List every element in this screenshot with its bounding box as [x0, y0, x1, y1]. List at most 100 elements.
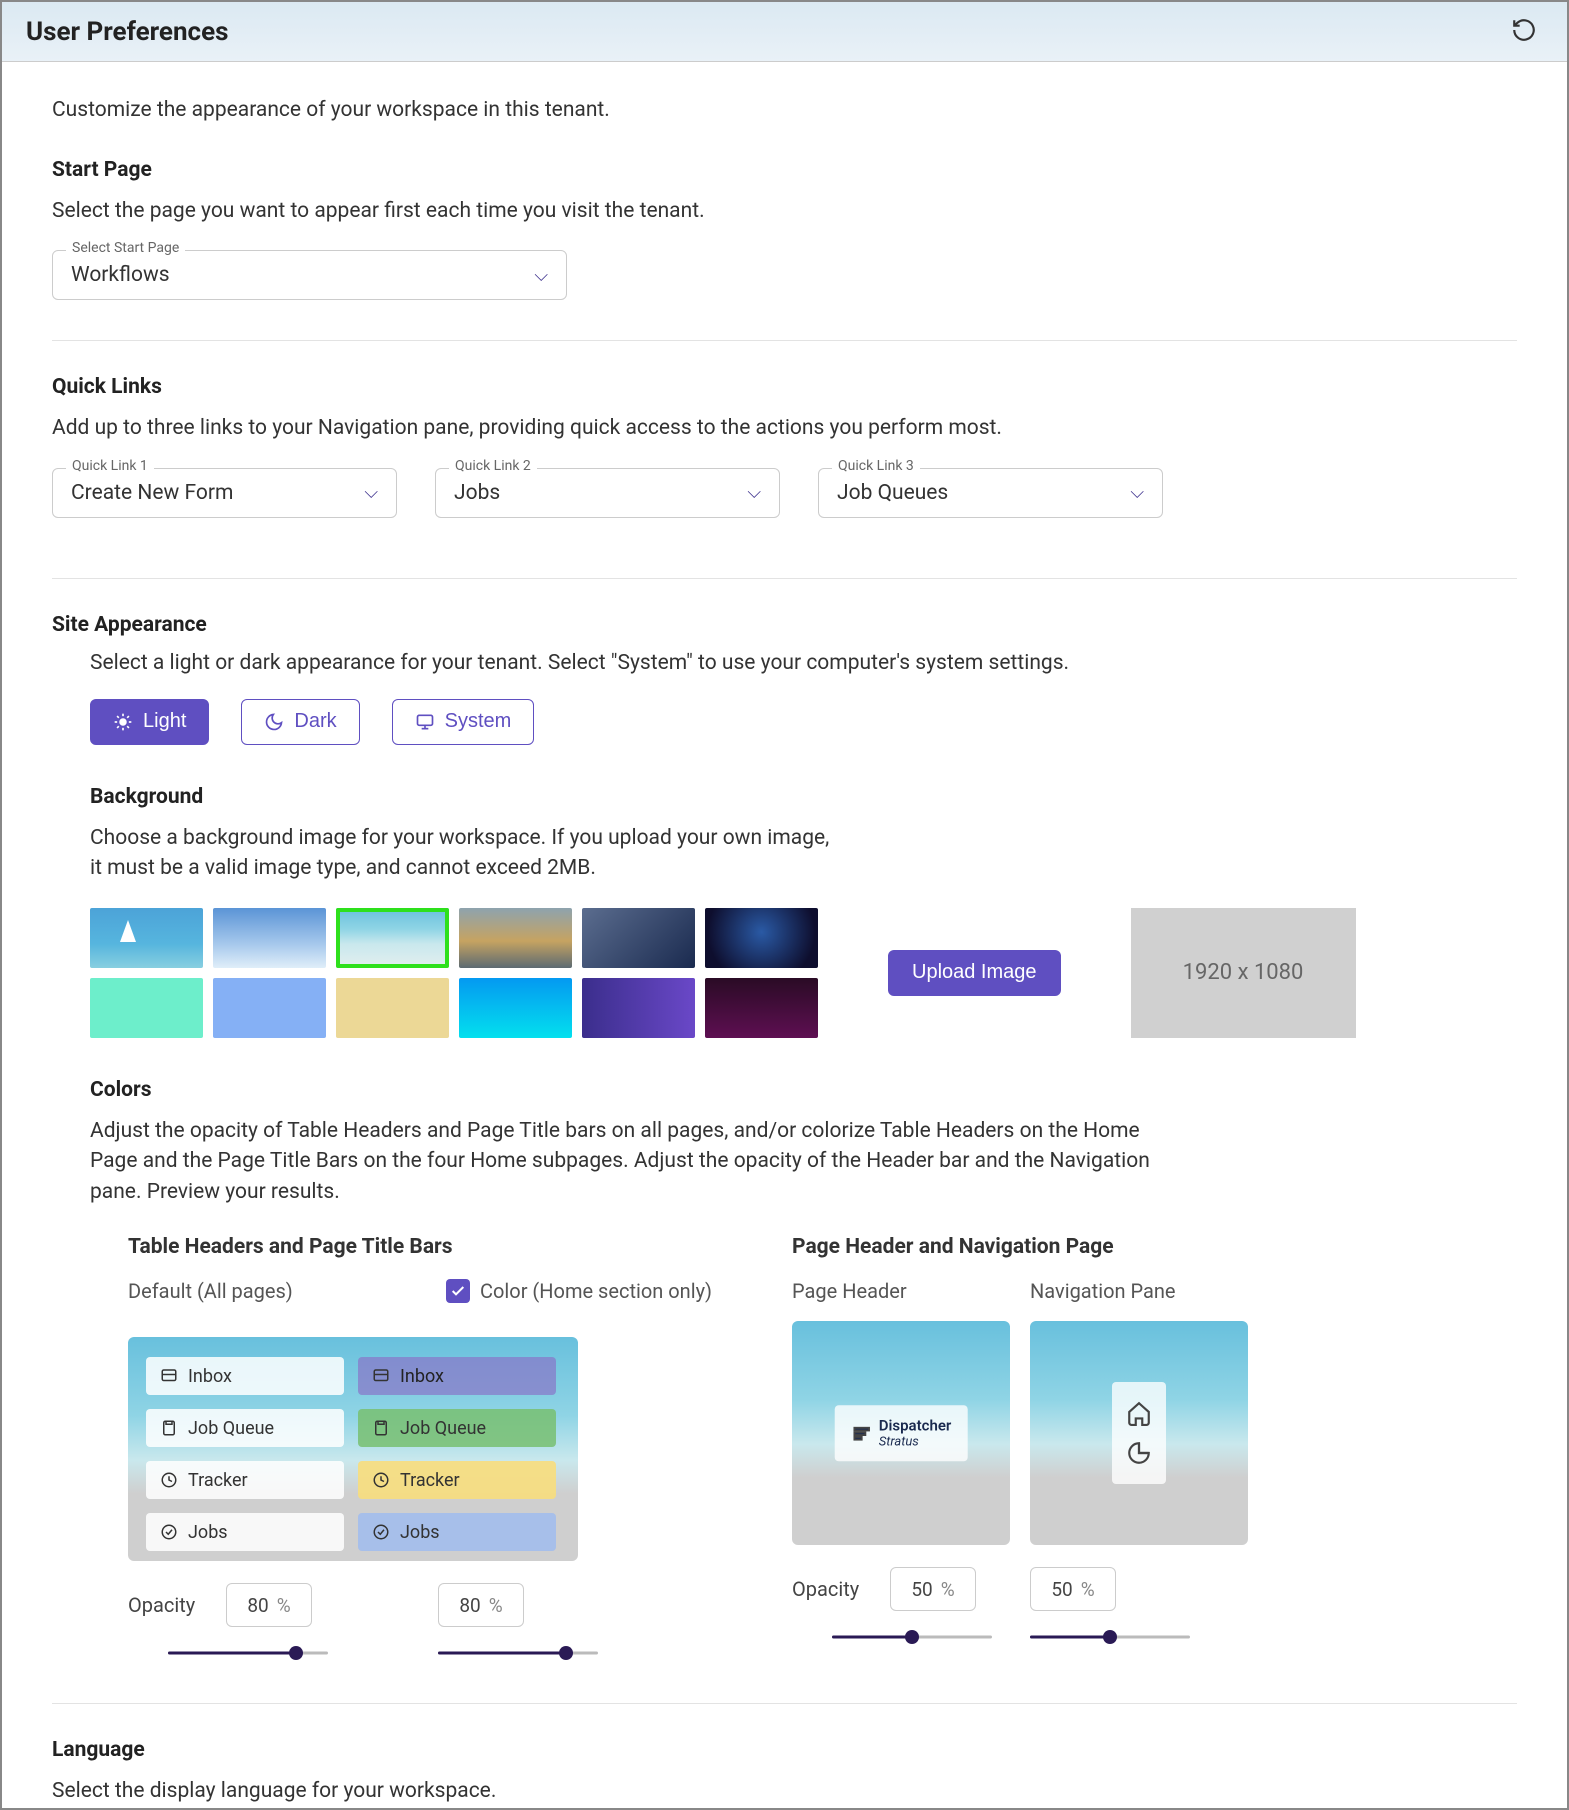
chevron-down-icon: ⌵: [534, 265, 548, 286]
language-heading: Language: [52, 1738, 1517, 1762]
colors-heading: Colors: [90, 1078, 1517, 1102]
reset-button[interactable]: [1505, 11, 1543, 52]
theme-dark-button[interactable]: Dark: [241, 699, 359, 745]
theme-system-label: System: [445, 710, 512, 733]
header-bar: User Preferences: [2, 2, 1567, 62]
group1-opacity1-slider[interactable]: [168, 1643, 328, 1663]
color-checkbox[interactable]: [446, 1279, 470, 1303]
background-tile-3[interactable]: [459, 908, 572, 968]
divider: [52, 1703, 1517, 1704]
preview-jobqueue-color: Job Queue: [358, 1409, 556, 1447]
group2-nav-preview: [1030, 1321, 1248, 1545]
quick-link-1-label: Quick Link 1: [66, 458, 154, 474]
colors-row: Table Headers and Page Title Bars Defaul…: [128, 1235, 1517, 1663]
background-row: Upload Image 1920 x 1080: [90, 908, 1517, 1038]
quick-link-3-label: Quick Link 3: [832, 458, 920, 474]
background-tile-8[interactable]: [336, 978, 449, 1038]
divider: [52, 578, 1517, 579]
reset-icon: [1511, 17, 1537, 43]
background-tile-1[interactable]: [213, 908, 326, 968]
moon-icon: [264, 712, 284, 732]
background-tile-2[interactable]: [336, 908, 449, 968]
group2-header-preview: Dispatcher Stratus: [792, 1321, 1010, 1545]
appearance-body: Select a light or dark appearance for yo…: [90, 651, 1517, 1663]
quick-link-2-select[interactable]: Jobs ⌵: [435, 468, 780, 518]
logo-icon: [851, 1422, 873, 1444]
quick-link-2-value: Jobs: [454, 481, 500, 505]
background-tile-7[interactable]: [213, 978, 326, 1038]
chevron-down-icon: ⌵: [364, 482, 378, 503]
group2-opacity2-slider[interactable]: [1030, 1627, 1190, 1647]
preview-inbox-color: Inbox: [358, 1357, 556, 1395]
theme-system-button[interactable]: System: [392, 699, 535, 745]
pie-icon: [1126, 1440, 1152, 1466]
theme-light-label: Light: [143, 710, 186, 733]
theme-light-button[interactable]: Light: [90, 699, 209, 745]
upload-image-label: Upload Image: [912, 961, 1037, 983]
group2-opacity1-input[interactable]: 50%: [890, 1567, 976, 1611]
group2-opacity1-slider[interactable]: [832, 1627, 992, 1647]
preview-jobs-color: Jobs: [358, 1513, 556, 1551]
monitor-icon: [415, 712, 435, 732]
quick-link-3-select[interactable]: Job Queues ⌵: [818, 468, 1163, 518]
quick-link-2-label: Quick Link 2: [449, 458, 537, 474]
quick-links-heading: Quick Links: [52, 375, 1517, 399]
start-page-select[interactable]: Workflows ⌵: [52, 250, 567, 300]
upload-preview-text: 1920 x 1080: [1183, 960, 1304, 985]
group1-color-wrap[interactable]: Color (Home section only): [446, 1277, 712, 1305]
quick-link-3-value: Job Queues: [837, 481, 948, 505]
colors-group-2: Page Header and Navigation Page Page Hea…: [792, 1235, 1248, 1663]
group2-opacity-label: Opacity: [792, 1577, 872, 1601]
group1-default-lbl2: Default (All pages): [128, 1277, 346, 1305]
background-tile-0[interactable]: [90, 908, 203, 968]
upload-preview: 1920 x 1080: [1131, 908, 1356, 1038]
background-tile-10[interactable]: [582, 978, 695, 1038]
appearance-desc: Select a light or dark appearance for yo…: [90, 651, 1517, 675]
start-page-select-value: Workflows: [71, 263, 170, 287]
start-page-select-wrap: Select Start Page Workflows ⌵: [52, 250, 567, 300]
quick-links-row: Quick Link 1 Create New Form ⌵ Quick Lin…: [52, 468, 1517, 548]
background-tile-4[interactable]: [582, 908, 695, 968]
preview-jobqueue-default: Job Queue: [146, 1409, 344, 1447]
preview-jobs-default: Jobs: [146, 1513, 344, 1551]
group2-title: Page Header and Navigation Page: [792, 1235, 1248, 1259]
group1-opacity-label: Opacity: [128, 1593, 208, 1617]
preview-inbox-default: Inbox: [146, 1357, 344, 1395]
upload-image-button[interactable]: Upload Image: [888, 950, 1061, 996]
colors-desc: Adjust the opacity of Table Headers and …: [90, 1116, 1150, 1207]
group2-opacity2-input[interactable]: 50%: [1030, 1567, 1116, 1611]
group1-opacity1-input[interactable]: 80%: [226, 1583, 312, 1627]
page-title: User Preferences: [26, 17, 228, 47]
group2-header-label: Page Header: [792, 1277, 1010, 1305]
background-tile-9[interactable]: [459, 978, 572, 1038]
home-icon: [1126, 1400, 1152, 1426]
background-grid: [90, 908, 818, 1038]
background-heading: Background: [90, 785, 1517, 809]
group1-title: Table Headers and Page Title Bars: [128, 1235, 712, 1259]
group1-color-label: Color (Home section only): [480, 1279, 712, 1303]
background-tile-6[interactable]: [90, 978, 203, 1038]
quick-link-1-wrap: Quick Link 1 Create New Form ⌵: [52, 468, 397, 518]
group1-preview: Inbox Inbox Job Queue Job Queue Tracker …: [128, 1337, 578, 1561]
quick-link-1-value: Create New Form: [71, 481, 233, 505]
start-page-desc: Select the page you want to appear first…: [52, 196, 1517, 226]
quick-link-2-wrap: Quick Link 2 Jobs ⌵: [435, 468, 780, 518]
quick-link-1-select[interactable]: Create New Form ⌵: [52, 468, 397, 518]
preview-tracker-default: Tracker: [146, 1461, 344, 1499]
group1-opacity2-slider[interactable]: [438, 1643, 598, 1663]
theme-dark-label: Dark: [294, 710, 336, 733]
intro-text: Customize the appearance of your workspa…: [52, 98, 1517, 122]
background-tile-5[interactable]: [705, 908, 818, 968]
appearance-heading: Site Appearance: [52, 613, 1517, 637]
logo-main: Dispatcher: [879, 1417, 952, 1434]
colors-group-1: Table Headers and Page Title Bars Defaul…: [128, 1235, 712, 1663]
quick-links-desc: Add up to three links to your Navigation…: [52, 413, 1517, 443]
start-page-select-label: Select Start Page: [66, 240, 185, 256]
logo-sub: Stratus: [879, 1434, 952, 1449]
divider: [52, 340, 1517, 341]
theme-buttons: Light Dark System: [90, 699, 1517, 745]
content-area: Customize the appearance of your workspa…: [2, 62, 1567, 1810]
background-tile-11[interactable]: [705, 978, 818, 1038]
group1-opacity2-input[interactable]: 80%: [438, 1583, 524, 1627]
group2-nav-label: Navigation Pane: [1030, 1277, 1248, 1305]
